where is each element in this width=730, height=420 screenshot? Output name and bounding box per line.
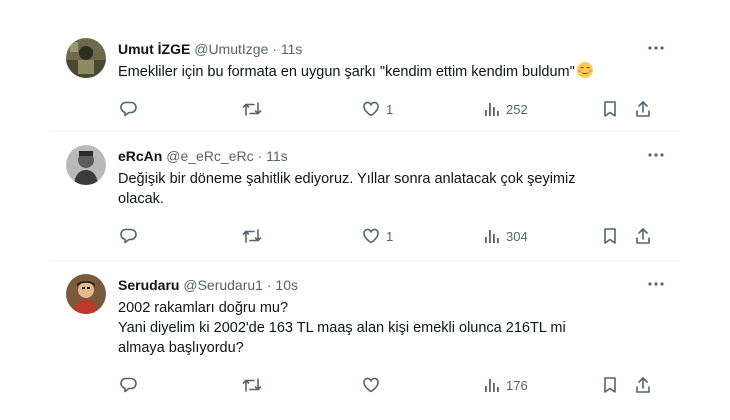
more-options-icon[interactable]: [646, 38, 666, 58]
bookmark-icon: [604, 377, 616, 393]
bookmark-button[interactable]: [602, 375, 618, 395]
share-icon: [636, 228, 650, 244]
heart-icon: [363, 228, 379, 244]
views-button[interactable]: 176: [484, 375, 528, 395]
handle[interactable]: @UmutIzge: [194, 41, 268, 57]
tweet-header: eRcAn @e_eRc_eRc · 11s: [118, 147, 288, 165]
tweet-divider: [50, 131, 680, 132]
tweet-text: Değişik bir döneme şahitlik ediyoruz. Yı…: [118, 169, 658, 209]
separator: ·: [266, 277, 272, 293]
handle[interactable]: @Serudaru1: [183, 277, 263, 293]
heart-icon: [363, 377, 379, 393]
tweet[interactable]: Umut İZGE @UmutIzge · 11s Emekliler için…: [50, 38, 680, 128]
display-name[interactable]: Umut İZGE: [118, 41, 190, 57]
bookmark-button[interactable]: [602, 99, 618, 119]
tweet[interactable]: Serudaru @Serudaru1 · 10s 2002 rakamları…: [50, 274, 680, 414]
view-count: 176: [506, 377, 528, 393]
share-button[interactable]: [634, 99, 652, 119]
like-count: 1: [386, 101, 394, 117]
bookmark-icon: [604, 101, 616, 117]
views-chart-icon: [485, 230, 499, 243]
tweet-text-line: olacak.: [118, 191, 164, 207]
more-options-icon[interactable]: [646, 145, 666, 165]
like-count: 1: [386, 228, 394, 244]
display-name[interactable]: Serudaru: [118, 277, 179, 293]
more-options-icon[interactable]: [646, 274, 666, 294]
action-bar: 176: [118, 375, 658, 395]
tweet-text-line: Yani diyelim ki 2002'de 163 TL maaş alan…: [118, 320, 566, 336]
avatar[interactable]: [66, 145, 106, 185]
share-button[interactable]: [634, 226, 652, 246]
avatar[interactable]: [66, 38, 106, 78]
tweet-text: 2002 rakamları doğru mu? Yani diyelim ki…: [118, 298, 658, 358]
share-button[interactable]: [634, 375, 652, 395]
like-button[interactable]: 1: [362, 99, 393, 119]
retweet-icon: [242, 378, 262, 392]
retweet-button[interactable]: [242, 226, 262, 246]
timestamp[interactable]: 11s: [281, 41, 303, 57]
action-bar: 1 304: [118, 226, 658, 246]
share-icon: [636, 377, 650, 393]
like-button[interactable]: 1: [362, 226, 393, 246]
reply-icon: [120, 377, 137, 393]
retweet-icon: [242, 102, 262, 116]
views-chart-icon: [485, 103, 499, 116]
retweet-button[interactable]: [242, 375, 262, 395]
tweet-text-line: almaya başlıyordu?: [118, 340, 244, 356]
display-name[interactable]: eRcAn: [118, 148, 162, 164]
timestamp[interactable]: 11s: [266, 148, 288, 164]
handle[interactable]: @e_eRc_eRc: [166, 148, 253, 164]
share-icon: [636, 101, 650, 117]
tweet-text-line: Emekliler için bu formata en uygun şarkı…: [118, 64, 575, 80]
views-button[interactable]: 304: [484, 226, 528, 246]
tweet-text-line: Değişik bir döneme şahitlik ediyoruz. Yı…: [118, 171, 576, 187]
views-chart-icon: [485, 379, 499, 392]
tweet[interactable]: eRcAn @e_eRc_eRc · 11s Değişik bir dönem…: [50, 145, 680, 255]
tweet-header: Umut İZGE @UmutIzge · 11s: [118, 40, 302, 58]
view-count: 304: [506, 228, 528, 244]
retweet-icon: [242, 229, 262, 243]
separator: ·: [272, 41, 277, 57]
action-bar: 1 252: [118, 99, 658, 119]
heart-icon: [363, 101, 379, 117]
timestamp[interactable]: 10s: [275, 277, 298, 293]
view-count: 252: [506, 101, 528, 117]
reply-button[interactable]: [120, 226, 138, 246]
like-button[interactable]: [362, 375, 386, 395]
reply-button[interactable]: [120, 99, 138, 119]
bookmark-button[interactable]: [602, 226, 618, 246]
reply-icon: [120, 101, 137, 117]
retweet-button[interactable]: [242, 99, 262, 119]
smiling-face-emoji: [576, 62, 593, 78]
separator: ·: [257, 148, 263, 164]
tweet-header: Serudaru @Serudaru1 · 10s: [118, 276, 298, 294]
tweet-text: Emekliler için bu formata en uygun şarkı…: [118, 62, 658, 82]
bookmark-icon: [604, 228, 616, 244]
tweet-text-line: 2002 rakamları doğru mu?: [118, 300, 289, 316]
reply-icon: [120, 228, 137, 244]
views-button[interactable]: 252: [484, 99, 528, 119]
tweet-divider: [50, 260, 680, 261]
reply-button[interactable]: [120, 375, 138, 395]
avatar[interactable]: [66, 274, 106, 314]
